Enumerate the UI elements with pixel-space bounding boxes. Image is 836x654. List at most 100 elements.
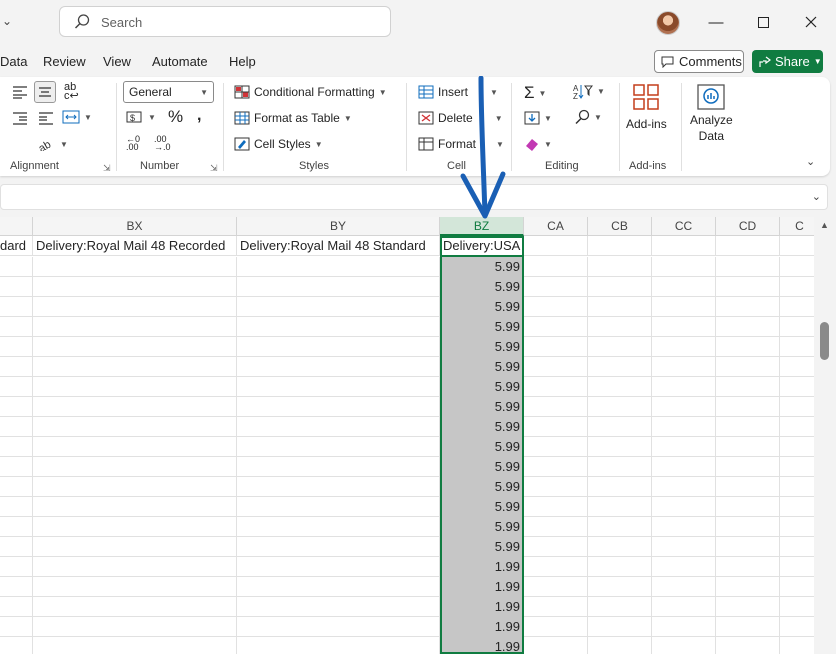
grid-cell[interactable] [588,257,652,277]
grid-cell[interactable] [33,457,237,477]
grid-cell[interactable] [716,637,780,654]
grid-cell[interactable] [237,617,440,637]
grid-cell[interactable] [588,277,652,297]
grid-cell[interactable] [0,557,33,577]
grid-cell[interactable] [716,617,780,637]
grid-cell[interactable] [716,317,780,337]
grid-cell[interactable] [524,337,588,357]
format-as-table-button[interactable]: Format as Table ▼ [234,111,352,125]
grid-cell[interactable] [588,497,652,517]
spreadsheet-grid[interactable]: BX BY BZ CA CB CC CD C dard Delivery:Roya… [0,217,814,654]
grid-cell[interactable] [524,477,588,497]
grid-cell[interactable] [588,457,652,477]
grid-cell[interactable]: Delivery:Royal Mail 48 Standard [237,236,440,256]
grid-cell[interactable] [588,537,652,557]
grid-cell[interactable] [524,537,588,557]
grid-cell[interactable] [716,577,780,597]
grid-cell[interactable] [0,297,33,317]
grid-cell[interactable] [780,437,814,457]
grid-cell[interactable] [716,297,780,317]
column-header-bw[interactable] [0,217,33,236]
grid-cell[interactable] [0,597,33,617]
grid-cell[interactable] [237,457,440,477]
grid-cell[interactable] [588,236,652,256]
collapse-ribbon-icon[interactable]: ⌄ [806,155,815,168]
merge-center-button[interactable]: ▼ [62,110,92,124]
scroll-up-icon[interactable]: ▲ [820,220,829,230]
grid-cell[interactable]: 5.99 [440,517,524,537]
grid-cell[interactable] [588,437,652,457]
grid-cell[interactable] [780,557,814,577]
grid-cell[interactable] [237,317,440,337]
grid-cell[interactable] [652,397,716,417]
grid-cell[interactable] [237,537,440,557]
grid-cell[interactable]: 5.99 [440,397,524,417]
minimize-button[interactable]: — [701,8,731,36]
grid-cell[interactable] [716,236,780,256]
grid-cell[interactable] [652,257,716,277]
grid-cell[interactable] [524,437,588,457]
grid-cell[interactable] [0,357,33,377]
grid-cell[interactable] [524,317,588,337]
grid-cell[interactable]: dard [0,236,33,256]
grid-cell[interactable] [524,377,588,397]
grid-cell[interactable] [0,337,33,357]
grid-cell[interactable] [0,457,33,477]
column-header-ce[interactable]: C [780,217,814,236]
addins-button[interactable]: Add-ins [626,83,667,131]
grid-cell[interactable]: 5.99 [440,317,524,337]
grid-cell[interactable] [524,397,588,417]
grid-cell[interactable] [716,477,780,497]
grid-cell[interactable] [524,297,588,317]
grid-cell[interactable]: 5.99 [440,337,524,357]
grid-cell[interactable] [33,317,237,337]
grid-cell[interactable]: 1.99 [440,557,524,577]
grid-cell[interactable] [524,357,588,377]
grid-cell[interactable] [0,377,33,397]
grid-cell[interactable] [0,437,33,457]
grid-cell[interactable] [716,277,780,297]
align-left-icon[interactable] [12,85,28,99]
grid-cell[interactable] [716,517,780,537]
grid-cell[interactable] [524,236,588,256]
grid-cell[interactable] [524,597,588,617]
grid-cell[interactable]: 5.99 [440,437,524,457]
grid-cell[interactable] [33,297,237,317]
column-header-ca[interactable]: CA [524,217,588,236]
menu-help[interactable]: Help [229,54,256,69]
sort-filter-button[interactable]: AZ ▼ [573,83,605,99]
grid-cell[interactable] [33,517,237,537]
grid-cell[interactable]: Delivery:Royal Mail 48 Recorded [33,236,237,256]
grid-cell[interactable] [588,357,652,377]
grid-cell[interactable] [652,417,716,437]
grid-cell[interactable]: 5.99 [440,277,524,297]
grid-cell[interactable] [237,357,440,377]
grid-cell[interactable] [0,257,33,277]
grid-cell[interactable] [33,537,237,557]
grid-cell[interactable] [524,497,588,517]
menu-automate[interactable]: Automate [152,54,208,69]
grid-cell[interactable] [780,597,814,617]
column-header-cc[interactable]: CC [652,217,716,236]
grid-cell[interactable] [0,397,33,417]
find-select-button[interactable]: ▼ [574,109,602,125]
grid-cell[interactable] [33,557,237,577]
grid-cell[interactable]: 1.99 [440,597,524,617]
grid-cell[interactable] [0,617,33,637]
comments-button[interactable]: Comments [654,50,744,73]
percent-style-icon[interactable]: % [168,107,183,127]
grid-cell[interactable] [0,637,33,654]
grid-cell[interactable] [237,477,440,497]
comma-style-icon[interactable]: , [197,107,201,125]
grid-cell[interactable] [588,557,652,577]
grid-cell[interactable] [716,537,780,557]
grid-cell[interactable] [716,437,780,457]
grid-cell[interactable]: 1.99 [440,577,524,597]
grid-cell[interactable] [780,537,814,557]
orientation-button[interactable]: ab ▼ [38,137,68,151]
formula-bar[interactable]: ⌄ [0,184,828,210]
grid-cell[interactable] [524,417,588,437]
grid-cell[interactable] [652,537,716,557]
clear-button[interactable]: ▼ [524,137,552,151]
grid-cell[interactable] [780,297,814,317]
